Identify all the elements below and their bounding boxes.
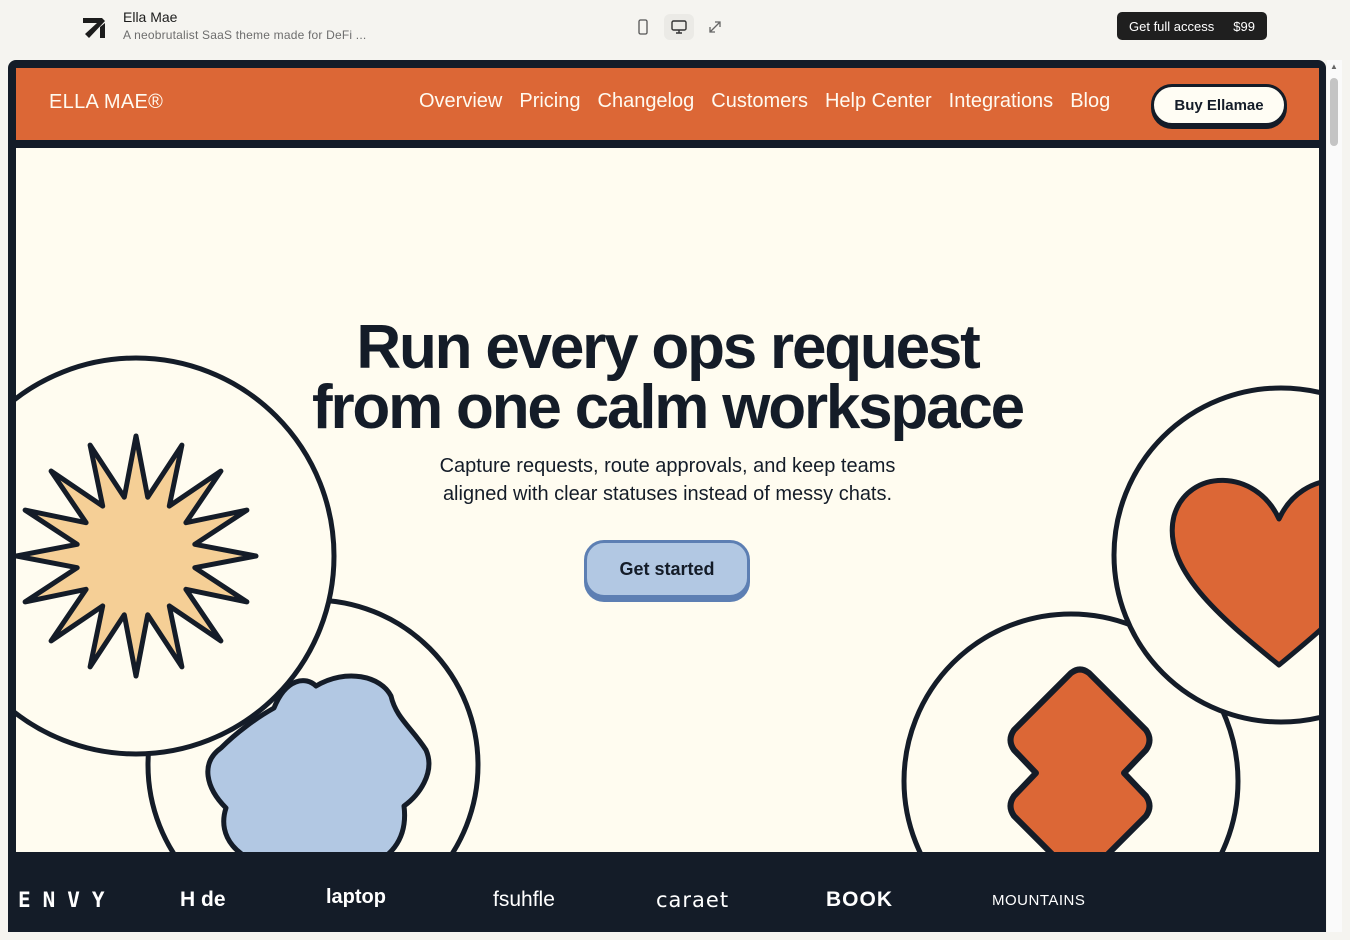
scrollbar-thumb[interactable] (1330, 78, 1338, 146)
buy-label: Get full access (1129, 18, 1215, 34)
mobile-view-button[interactable] (628, 14, 658, 40)
site-brand[interactable]: ELLA MAE® (49, 91, 163, 114)
fullscreen-button[interactable] (700, 14, 730, 40)
theme-logo-icon (83, 18, 105, 38)
price-label: $99 (1233, 18, 1255, 34)
logo-book: BOOK (826, 888, 893, 911)
hero-section: Run every ops request from one calm work… (16, 148, 1319, 852)
page-scrollbar[interactable]: ▲ (1327, 60, 1342, 932)
get-full-access-button[interactable]: Get full access $99 (1117, 12, 1267, 40)
expand-icon (709, 21, 721, 33)
logo-caraet: caraet (656, 888, 730, 912)
mobile-icon (638, 19, 648, 35)
hero-headline-line-2: from one calm workspace (312, 373, 1025, 442)
logo-envy: ENVY (18, 888, 117, 912)
preview-toolbar: Ella Mae A neobrutalist SaaS theme made … (0, 0, 1350, 56)
logo-fsuhfle: fsuhfle (493, 888, 555, 911)
nav-help-center[interactable]: Help Center (825, 90, 932, 113)
theme-subtitle: A neobrutalist SaaS theme made for DeFi … (123, 28, 367, 42)
buy-ellamae-button[interactable]: Buy Ellamae (1151, 84, 1287, 126)
site-navbar: ELLA MAE® Overview Pricing Changelog Cus… (16, 68, 1319, 140)
scroll-up-icon[interactable]: ▲ (1330, 62, 1338, 71)
hero-subtitle-line-1: Capture requests, route approvals, and k… (439, 455, 896, 477)
hero-subtitle-line-2: aligned with clear statuses instead of m… (442, 483, 893, 505)
nav-pricing[interactable]: Pricing (519, 90, 580, 113)
nav-blog[interactable]: Blog (1070, 90, 1110, 113)
desktop-view-button[interactable] (664, 14, 694, 40)
nav-customers[interactable]: Customers (711, 90, 808, 113)
logo-mountains: MOUNTAINS (992, 892, 1086, 909)
get-started-button[interactable]: Get started (584, 540, 750, 598)
logo-hide: H de (180, 888, 226, 911)
theme-title: Ella Mae (123, 9, 178, 25)
nav-changelog[interactable]: Changelog (598, 90, 695, 113)
site-nav: Overview Pricing Changelog Customers Hel… (419, 90, 1110, 113)
site-preview-frame: ELLA MAE® Overview Pricing Changelog Cus… (8, 60, 1326, 932)
nav-integrations[interactable]: Integrations (949, 90, 1054, 113)
nav-overview[interactable]: Overview (419, 90, 502, 113)
customer-logos: ENVY H de laptop fsuhfle caraet BOOK MOU… (8, 852, 1326, 932)
desktop-icon (671, 20, 687, 34)
hero-headline-line-1: Run every ops request (356, 313, 980, 382)
logo-laptop: laptop (326, 886, 386, 908)
